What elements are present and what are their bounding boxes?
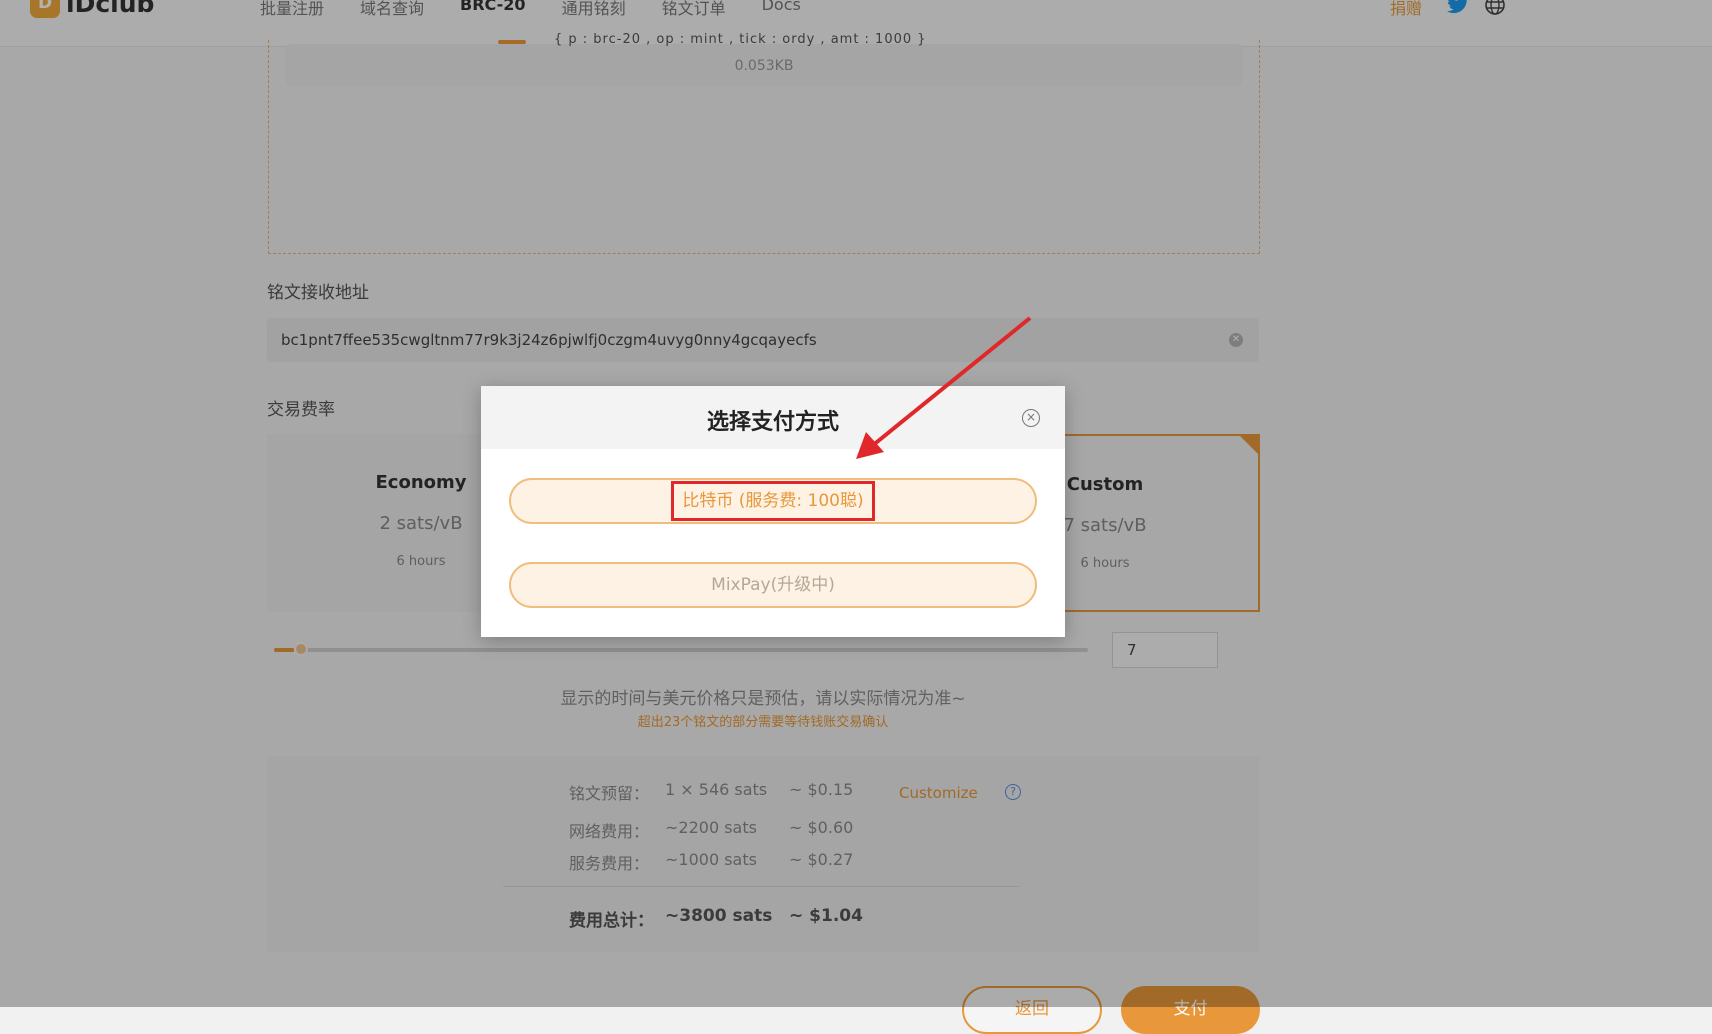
pay-mixpay-button[interactable]: MixPay(升级中) <box>509 562 1037 608</box>
pay-bitcoin-label: 比特币 (服务费: 100聪) <box>671 481 875 521</box>
payment-method-modal: 选择支付方式 × 比特币 (服务费: 100聪) MixPay(升级中) <box>481 386 1065 637</box>
modal-title: 选择支付方式 <box>706 410 839 435</box>
pay-bitcoin-button[interactable]: 比特币 (服务费: 100聪) <box>509 478 1037 524</box>
close-icon[interactable]: × <box>1022 409 1040 427</box>
modal-header: 选择支付方式 × <box>481 386 1065 449</box>
